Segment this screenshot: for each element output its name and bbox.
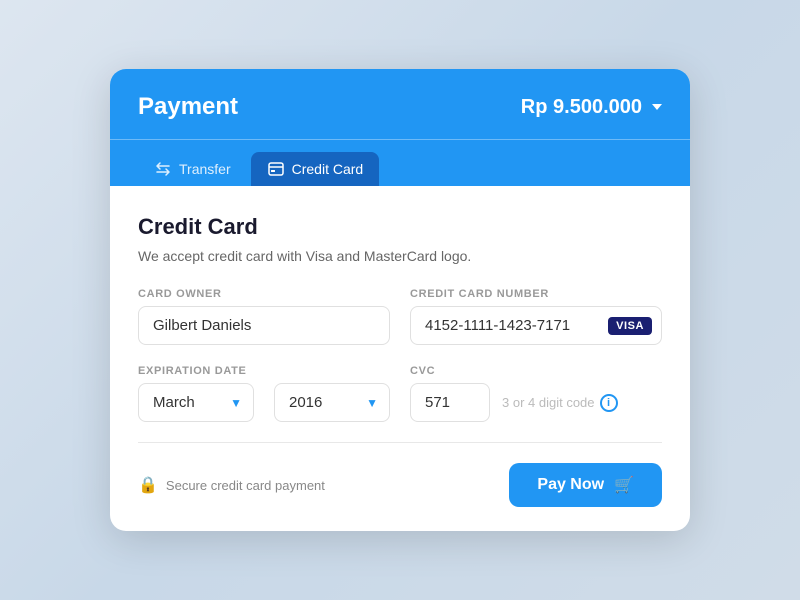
payment-title: Payment [138,93,238,121]
amount-dropdown-icon [652,104,662,110]
expiry-year-select[interactable]: 2015 2016 2017 2018 2019 2020 [274,383,390,422]
card-owner-label: CARD OWNER [138,288,390,300]
cvc-group: CVC 3 or 4 digit code i [410,365,662,422]
card-owner-input[interactable] [138,306,390,345]
tab-credit-card[interactable]: Credit Card [251,152,380,186]
payment-card: Payment Rp 9.500.000 Transfer [110,69,690,531]
expiry-month-select[interactable]: January February March April May June Ju… [138,383,254,422]
secure-label: 🔒 Secure credit card payment [138,475,325,495]
cvc-label: CVC [410,365,662,377]
footer-divider [138,442,662,443]
transfer-icon [154,160,172,178]
payment-body: Credit Card We accept credit card with V… [110,186,690,531]
tab-transfer[interactable]: Transfer [138,152,247,186]
visa-badge: VISA [608,317,652,335]
expiry-year-wrapper: 2015 2016 2017 2018 2019 2020 ▼ [274,383,390,422]
expiry-month-wrapper: January February March April May June Ju… [138,383,254,422]
form-row-expiry-cvc: EXPIRATION DATE January February March A… [138,365,662,422]
card-number-input-wrapper: VISA [410,306,662,345]
header-top: Payment Rp 9.500.000 [138,93,662,121]
card-owner-group: CARD OWNER [138,288,390,345]
credit-card-tab-icon [267,160,285,178]
payment-footer: 🔒 Secure credit card payment Pay Now 🛒 [138,463,662,507]
credit-card-desc: We accept credit card with Visa and Mast… [138,248,662,264]
cvc-row: 3 or 4 digit code i [410,383,662,422]
lock-icon: 🔒 [138,475,158,495]
pay-now-button[interactable]: Pay Now 🛒 [509,463,662,507]
cvc-hint: 3 or 4 digit code i [502,394,618,412]
tab-transfer-label: Transfer [179,161,231,177]
cart-icon: 🛒 [614,475,634,495]
tab-credit-card-label: Credit Card [292,161,364,177]
payment-header: Payment Rp 9.500.000 Transfer [110,69,690,186]
expiry-group: EXPIRATION DATE January February March A… [138,365,390,422]
header-amount[interactable]: Rp 9.500.000 [521,96,662,119]
secure-label-text: Secure credit card payment [166,478,325,493]
expiry-label: EXPIRATION DATE [138,365,390,377]
credit-card-title: Credit Card [138,214,662,240]
form-row-owner-number: CARD OWNER CREDIT CARD NUMBER VISA [138,288,662,345]
payment-tabs: Transfer Credit Card [138,140,662,186]
cvc-info-icon[interactable]: i [600,394,618,412]
cvc-input[interactable] [410,383,490,422]
card-number-label: CREDIT CARD NUMBER [410,288,662,300]
card-number-group: CREDIT CARD NUMBER VISA [410,288,662,345]
expiry-selects: January February March April May June Ju… [138,383,390,422]
